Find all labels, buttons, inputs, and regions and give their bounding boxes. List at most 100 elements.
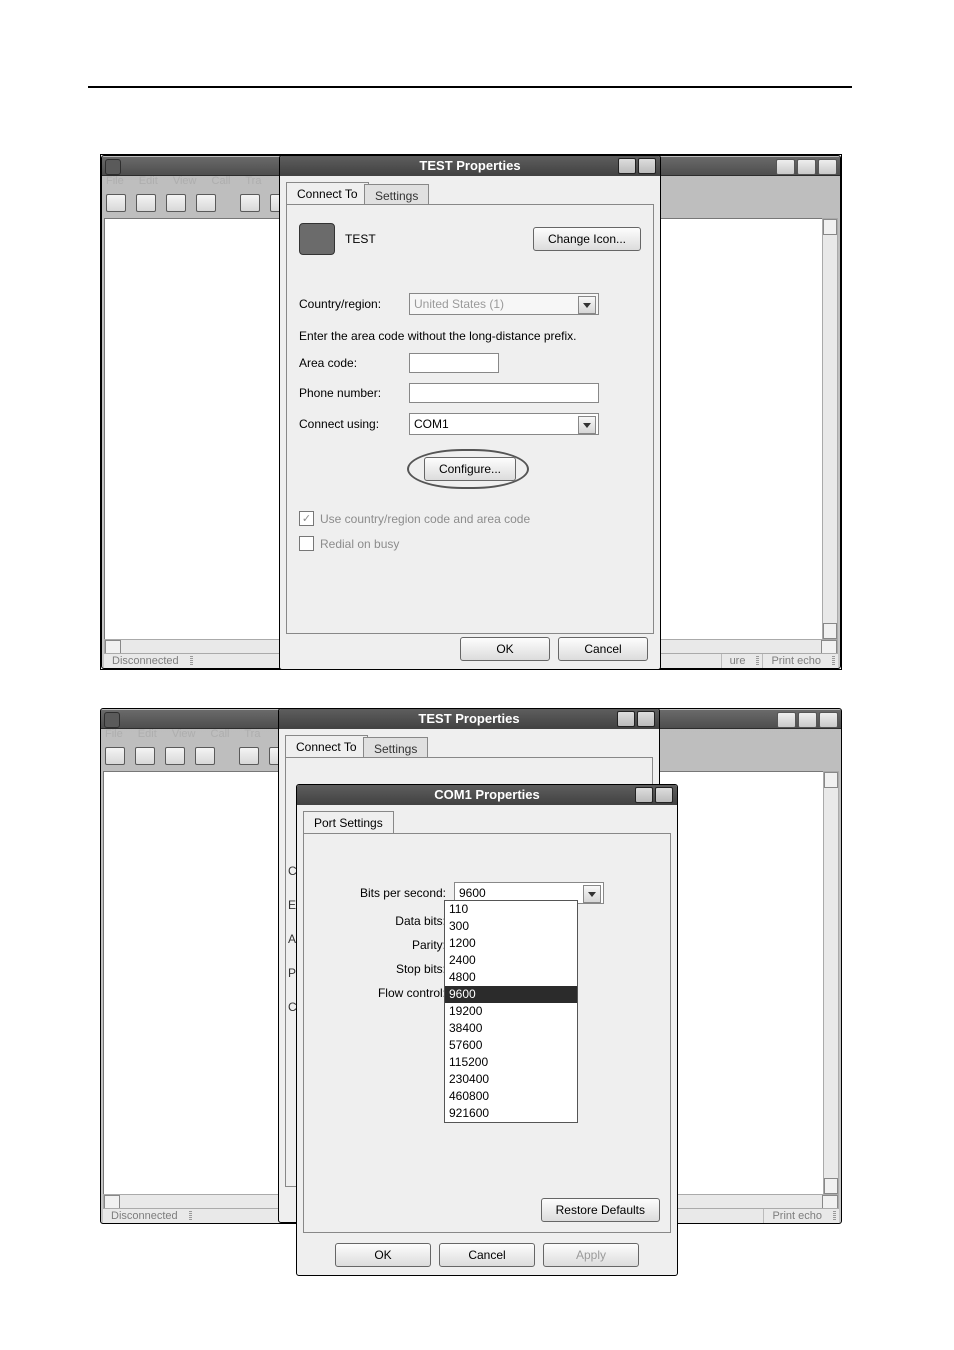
label-flow-control: Flow control: bbox=[316, 986, 454, 1000]
toolbar-disconnect-icon[interactable] bbox=[196, 194, 216, 212]
scroll-down-icon[interactable] bbox=[823, 623, 837, 639]
ok-button[interactable]: OK bbox=[460, 637, 550, 661]
dialog-title: COM1 Properties bbox=[434, 787, 539, 802]
dialog-window-buttons[interactable] bbox=[635, 787, 673, 803]
menu-bar[interactable]: File Edit View Call Tra bbox=[106, 175, 273, 191]
scroll-up-icon[interactable] bbox=[824, 772, 838, 788]
status-connection: Disconnected bbox=[103, 1209, 186, 1223]
scroll-right-icon[interactable] bbox=[821, 640, 837, 654]
connection-icon bbox=[299, 223, 335, 255]
menu-edit[interactable]: Edit bbox=[138, 728, 157, 740]
cancel-button[interactable]: Cancel bbox=[439, 1243, 535, 1267]
label-country: Country/region: bbox=[299, 297, 409, 311]
vertical-scrollbar[interactable] bbox=[823, 771, 839, 1195]
tab-settings[interactable]: Settings bbox=[363, 737, 428, 758]
dialog-title: TEST Properties bbox=[419, 158, 520, 173]
menu-view[interactable]: View bbox=[172, 728, 196, 740]
menu-transfer[interactable]: Tra bbox=[245, 175, 261, 187]
vertical-scrollbar[interactable] bbox=[822, 218, 838, 640]
minimize-button[interactable] bbox=[776, 159, 795, 175]
scroll-left-icon[interactable] bbox=[105, 640, 121, 654]
dialog-window-buttons[interactable] bbox=[617, 711, 655, 727]
dialog-help-button[interactable] bbox=[618, 158, 636, 174]
ok-button[interactable]: OK bbox=[335, 1243, 431, 1267]
connect-using-value: COM1 bbox=[414, 417, 449, 431]
apply-button: Apply bbox=[543, 1243, 639, 1267]
bps-option[interactable]: 9600 bbox=[445, 986, 577, 1003]
tab-connect-to[interactable]: Connect To bbox=[285, 735, 368, 758]
label-area-code: Area code: bbox=[299, 356, 409, 370]
bps-option[interactable]: 110 bbox=[445, 901, 577, 918]
dialog-close-button[interactable] bbox=[638, 158, 656, 174]
app-window-buttons[interactable] bbox=[776, 159, 837, 173]
menu-file[interactable]: File bbox=[106, 175, 124, 187]
menu-call[interactable]: Call bbox=[211, 728, 230, 740]
label-phone: Phone number: bbox=[299, 386, 409, 400]
status-connection: Disconnected bbox=[104, 654, 187, 668]
bps-option[interactable]: 230400 bbox=[445, 1071, 577, 1088]
dialog-close-button[interactable] bbox=[655, 787, 673, 803]
status-capture: ure bbox=[721, 654, 754, 668]
dialog-help-button[interactable] bbox=[617, 711, 635, 727]
bits-per-second-dropdown-list[interactable]: 1103001200240048009600192003840057600115… bbox=[444, 900, 578, 1123]
country-value: United States (1) bbox=[414, 297, 504, 311]
toolbar-send-icon[interactable] bbox=[239, 747, 259, 765]
chevron-down-icon[interactable] bbox=[583, 885, 601, 903]
minimize-button[interactable] bbox=[777, 712, 796, 728]
label-stop-bits: Stop bits: bbox=[316, 962, 454, 976]
use-country-code-checkbox bbox=[299, 511, 314, 526]
bps-option[interactable]: 2400 bbox=[445, 952, 577, 969]
phone-input[interactable] bbox=[409, 383, 599, 403]
scroll-up-icon[interactable] bbox=[823, 219, 837, 235]
dialog-help-button[interactable] bbox=[635, 787, 653, 803]
bps-option[interactable]: 921600 bbox=[445, 1105, 577, 1122]
tab-settings[interactable]: Settings bbox=[364, 184, 429, 205]
menu-bar[interactable]: File Edit View Call Tra bbox=[105, 728, 272, 744]
tab-port-settings[interactable]: Port Settings bbox=[303, 811, 394, 834]
close-button[interactable] bbox=[818, 159, 837, 175]
toolbar-new-icon[interactable] bbox=[106, 194, 126, 212]
menu-call[interactable]: Call bbox=[212, 175, 231, 187]
toolbar-connect-icon[interactable] bbox=[165, 747, 185, 765]
bps-option[interactable]: 4800 bbox=[445, 969, 577, 986]
chevron-down-icon bbox=[578, 296, 596, 314]
menu-view[interactable]: View bbox=[173, 175, 197, 187]
label-connect-using: Connect using: bbox=[299, 417, 409, 431]
dialog-close-button[interactable] bbox=[637, 711, 655, 727]
menu-file[interactable]: File bbox=[105, 728, 123, 740]
label-data-bits: Data bits: bbox=[316, 914, 454, 928]
toolbar-open-icon[interactable] bbox=[135, 747, 155, 765]
scroll-right-icon[interactable] bbox=[822, 1195, 838, 1209]
restore-defaults-button[interactable]: Restore Defaults bbox=[541, 1198, 660, 1222]
bps-option[interactable]: 115200 bbox=[445, 1054, 577, 1071]
bps-option[interactable]: 38400 bbox=[445, 1020, 577, 1037]
app-window-buttons[interactable] bbox=[777, 712, 838, 726]
dialog-window-buttons[interactable] bbox=[618, 158, 656, 174]
chevron-down-icon[interactable] bbox=[578, 416, 596, 434]
bps-option[interactable]: 460800 bbox=[445, 1088, 577, 1105]
scroll-left-icon[interactable] bbox=[104, 1195, 120, 1209]
toolbar-open-icon[interactable] bbox=[136, 194, 156, 212]
bps-option[interactable]: 19200 bbox=[445, 1003, 577, 1020]
maximize-button[interactable] bbox=[797, 159, 816, 175]
connect-using-select[interactable]: COM1 bbox=[409, 413, 599, 435]
menu-transfer[interactable]: Tra bbox=[244, 728, 260, 740]
toolbar-send-icon[interactable] bbox=[240, 194, 260, 212]
close-button[interactable] bbox=[819, 712, 838, 728]
bps-option[interactable]: 1200 bbox=[445, 935, 577, 952]
dialog-title: TEST Properties bbox=[418, 711, 519, 726]
bps-option[interactable]: 300 bbox=[445, 918, 577, 935]
scroll-down-icon[interactable] bbox=[824, 1178, 838, 1194]
area-code-input[interactable] bbox=[409, 353, 499, 373]
change-icon-button[interactable]: Change Icon... bbox=[533, 227, 641, 251]
tab-connect-to[interactable]: Connect To bbox=[286, 182, 369, 205]
toolbar bbox=[105, 745, 289, 767]
bps-option[interactable]: 57600 bbox=[445, 1037, 577, 1054]
toolbar-new-icon[interactable] bbox=[105, 747, 125, 765]
menu-edit[interactable]: Edit bbox=[139, 175, 158, 187]
toolbar-disconnect-icon[interactable] bbox=[195, 747, 215, 765]
cancel-button[interactable]: Cancel bbox=[558, 637, 648, 661]
toolbar-connect-icon[interactable] bbox=[166, 194, 186, 212]
maximize-button[interactable] bbox=[798, 712, 817, 728]
properties-dialog: TEST Properties Connect To Settings TEST… bbox=[279, 155, 661, 670]
